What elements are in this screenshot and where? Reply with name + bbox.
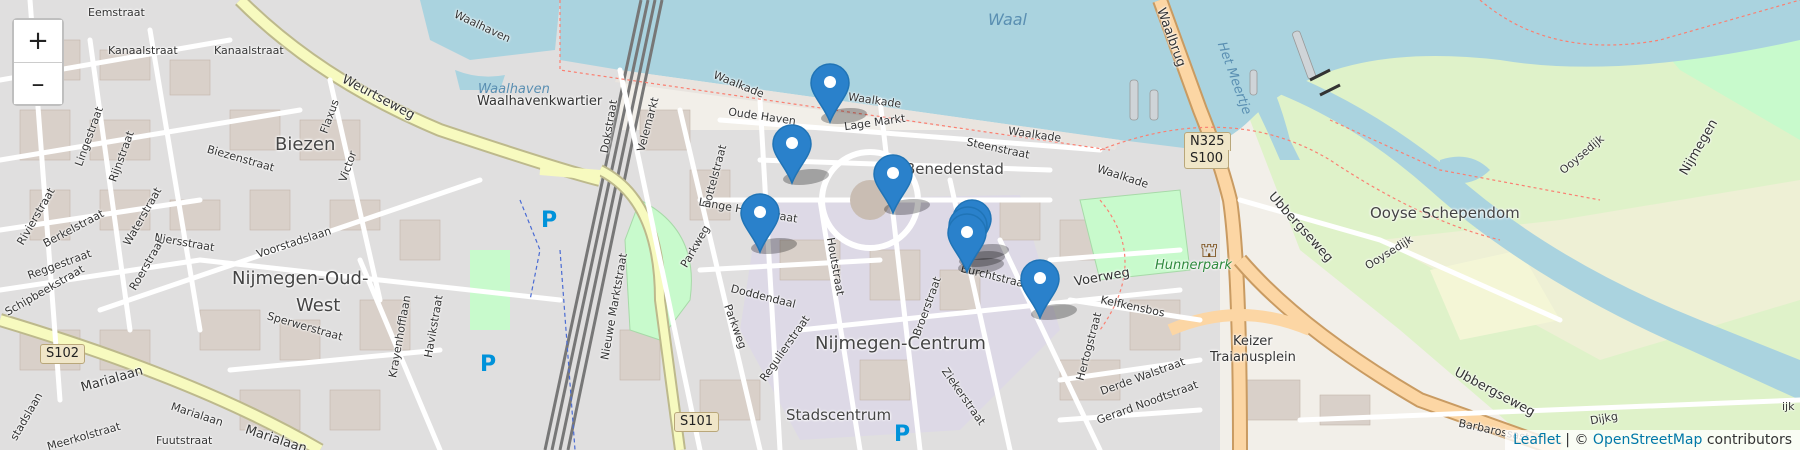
route-shield: N325 (1184, 132, 1231, 151)
zoom-in-button[interactable]: + (14, 20, 62, 62)
place-label-benedenstad: Benedenstad (905, 160, 1004, 178)
place-label-ooyse-schependom: Ooyse Schependom (1370, 204, 1520, 222)
attribution: Leaflet | © OpenStreetMap contributors (1505, 430, 1800, 450)
street-label: Kanaalstraat (108, 44, 178, 57)
water-label-waal: Waal (988, 10, 1027, 29)
parking-icon: P (894, 422, 911, 447)
street-label: ijk (1782, 400, 1795, 413)
route-shield: S102 (40, 344, 86, 364)
place-label-stadscentrum: Stadscentrum (786, 406, 892, 424)
place-label-oud-west-line2: West (296, 295, 341, 316)
attribution-separator: | © (1560, 432, 1593, 448)
street-label: Kanaalstraat (214, 44, 284, 57)
place-label-traianusplein: Traianusplein (1210, 350, 1296, 365)
zoom-control: + – (12, 18, 64, 106)
map-tiles[interactable] (0, 0, 1800, 450)
place-label-keizer: Keizer (1233, 334, 1273, 349)
route-shield: S101 (674, 412, 720, 432)
water-label-waalhaven: Waalhaven (478, 82, 550, 97)
openstreetmap-link[interactable]: OpenStreetMap (1593, 432, 1702, 448)
attribution-suffix: contributors (1702, 432, 1792, 448)
parking-icon: P (480, 352, 497, 377)
viewpoint-icon: ⛫ (1200, 238, 1219, 262)
place-label-nijmegen-centrum: Nijmegen-Centrum (815, 333, 986, 354)
place-label-biezen: Biezen (275, 134, 336, 155)
zoom-out-button[interactable]: – (14, 62, 62, 104)
place-label-oud-west-line1: Nijmegen-Oud- (232, 268, 369, 289)
map-container[interactable]: Biezen Nijmegen-Oud- West Nijmegen-Centr… (0, 0, 1800, 450)
leaflet-link[interactable]: Leaflet (1513, 432, 1561, 448)
park-label-hunnerpark: Hunnerpark (1155, 258, 1232, 273)
route-shield: S100 (1184, 150, 1230, 169)
street-label: Eemstraat (88, 6, 145, 19)
parking-icon: P (541, 208, 558, 233)
street-label: Fuutstraat (156, 434, 213, 447)
